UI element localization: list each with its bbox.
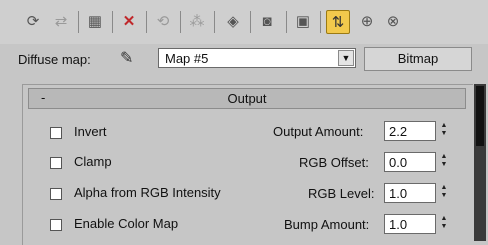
show-map-in-viewport-icon[interactable]: ▣ [292, 10, 314, 32]
alpha-from-rgb-checkbox[interactable] [50, 188, 62, 200]
invert-checkbox[interactable] [50, 127, 62, 139]
rgb-offset-field[interactable]: 0.0 [384, 152, 436, 172]
rgb-level-field[interactable]: 1.0 [384, 183, 436, 203]
toolbar-separator [214, 11, 215, 33]
enable-color-map-label: Enable Color Map [74, 216, 179, 231]
bump-amount-label: Bump Amount: [284, 217, 370, 232]
rgb-offset-label: RGB Offset: [299, 155, 369, 170]
bump-amount-spinner[interactable]: ▲ ▼ [438, 215, 450, 233]
get-material-icon[interactable]: ⟳ [22, 10, 44, 32]
invert-label: Invert [74, 124, 107, 139]
enable-color-map-checkbox[interactable] [50, 219, 62, 231]
bump-amount-field[interactable]: 1.0 [384, 214, 436, 234]
toolbar-separator [320, 11, 321, 33]
rgb-level-spinner[interactable]: ▲ ▼ [438, 184, 450, 202]
alpha-from-rgb-label: Alpha from RGB Intensity [74, 185, 221, 200]
output-amount-label: Output Amount: [273, 124, 364, 139]
reset-map-icon[interactable]: ✕ [118, 10, 140, 32]
eyedropper-icon[interactable]: ✎ [120, 48, 133, 68]
rgb-offset-value: 0.0 [389, 155, 408, 170]
put-to-scene-icon[interactable]: ⇄ [50, 10, 72, 32]
output-amount-value: 2.2 [389, 124, 408, 139]
map-type-button[interactable]: Bitmap [364, 47, 472, 71]
toolbar-separator [112, 11, 113, 33]
clamp-checkbox[interactable] [50, 157, 62, 169]
rgb-level-label: RGB Level: [308, 186, 375, 201]
scrollbar-thumb[interactable] [476, 86, 484, 146]
dropdown-arrow-icon[interactable]: ▼ [338, 50, 354, 66]
clamp-label: Clamp [74, 154, 112, 169]
rollout-title: Output [227, 91, 267, 106]
toolbar-separator [78, 11, 79, 33]
output-amount-spinner[interactable]: ▲ ▼ [438, 122, 450, 140]
rgb-level-value: 1.0 [389, 186, 408, 201]
put-to-library-icon[interactable]: ◈ [222, 10, 244, 32]
diffuse-map-label: Diffuse map: [18, 52, 91, 67]
output-amount-field[interactable]: 2.2 [384, 121, 436, 141]
toolbar-separator [146, 11, 147, 33]
map-name-field[interactable]: Map #5 ▼ [158, 48, 356, 68]
output-rollout-header[interactable]: - Output [28, 88, 466, 109]
material-toolbar: ⟳ ⇄ ▦ ✕ ⟲ ⁂ ◈ ◙ ▣ ⇅ ⊕ ⊗ [0, 0, 488, 44]
copy-material-icon[interactable]: ⟲ [152, 10, 174, 32]
material-id-channel-icon[interactable]: ◙ [256, 10, 278, 32]
make-unique-icon[interactable]: ⁂ [186, 10, 208, 32]
toolbar-separator [250, 11, 251, 33]
go-forward-to-sibling-icon[interactable]: ⊗ [382, 10, 404, 32]
show-end-result-icon[interactable]: ⇅ [326, 10, 350, 34]
toolbar-separator [180, 11, 181, 33]
map-name-value: Map #5 [165, 51, 209, 66]
toolbar-separator [286, 11, 287, 33]
assign-material-icon[interactable]: ▦ [84, 10, 106, 32]
go-to-parent-icon[interactable]: ⊕ [356, 10, 378, 32]
bump-amount-value: 1.0 [389, 217, 408, 232]
panel-scrollbar[interactable] [474, 84, 486, 241]
rgb-offset-spinner[interactable]: ▲ ▼ [438, 153, 450, 171]
